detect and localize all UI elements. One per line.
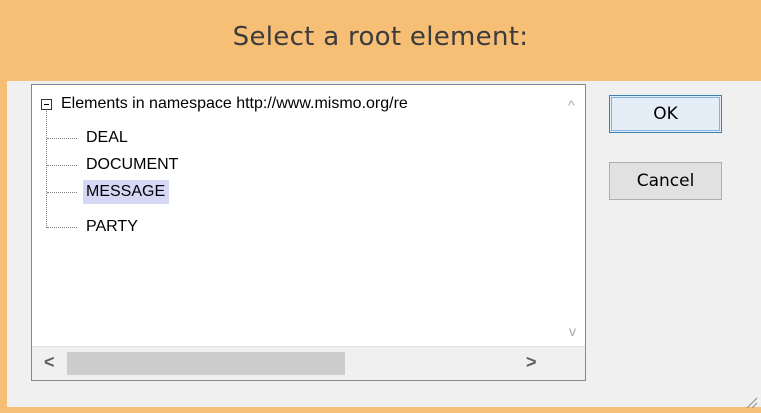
dialog-title: Select a root element: (232, 22, 529, 52)
tree-item-deal[interactable]: DEAL (83, 126, 132, 150)
tree-connector-branch (47, 138, 77, 139)
scroll-left-icon[interactable]: < (44, 352, 55, 373)
vertical-scrollbar[interactable]: ^ v (561, 85, 585, 347)
tree-item-party[interactable]: PARTY (83, 215, 142, 239)
horizontal-scrollbar[interactable]: < > (32, 346, 585, 380)
cancel-button[interactable]: Cancel (609, 162, 722, 200)
ok-button[interactable]: OK (609, 95, 722, 133)
tree-connector-line (46, 111, 47, 228)
tree-connector-branch (47, 192, 77, 193)
window-frame-bottom (0, 407, 761, 413)
scroll-up-icon[interactable]: ^ (568, 97, 575, 113)
select-root-element-dialog: Select a root element: Elements in names… (0, 0, 761, 413)
tree-connector-branch (47, 227, 77, 228)
tree-item-document[interactable]: DOCUMENT (83, 153, 182, 177)
tree-item-message[interactable]: MESSAGE (83, 180, 170, 204)
resize-grip-icon[interactable] (744, 395, 758, 409)
horizontal-scroll-thumb[interactable] (67, 352, 345, 375)
collapse-toggle-icon[interactable] (41, 99, 52, 110)
tree-root-label[interactable]: Elements in namespace http://www.mismo.o… (61, 94, 408, 114)
window-frame-left (0, 81, 7, 413)
element-tree-view[interactable]: Elements in namespace http://www.mismo.o… (31, 84, 586, 381)
scroll-down-icon[interactable]: v (569, 323, 576, 339)
tree-connector-branch (47, 165, 77, 166)
scroll-right-icon[interactable]: > (526, 352, 537, 373)
title-bar[interactable]: Select a root element: (0, 0, 761, 81)
